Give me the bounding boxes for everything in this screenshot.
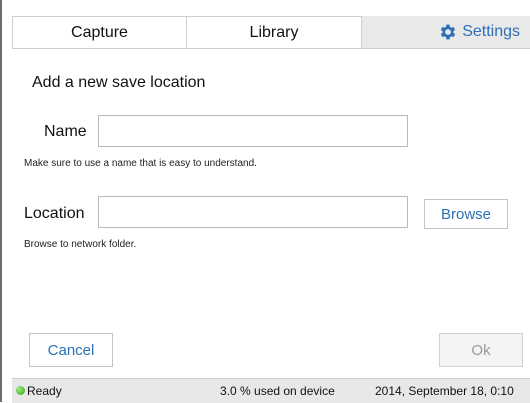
name-label: Name <box>44 123 87 140</box>
page-title: Add a new save location <box>32 74 206 91</box>
tab-settings-label: Settings <box>462 23 520 40</box>
tab-capture[interactable]: Capture <box>12 16 187 48</box>
tab-library-label: Library <box>249 23 299 41</box>
tab-library[interactable]: Library <box>187 16 362 48</box>
settings-panel: Add a new save location Name Make sure t… <box>12 48 530 378</box>
name-input[interactable] <box>98 115 408 147</box>
location-label: Location <box>24 205 85 222</box>
tab-bar: Capture Library Settings <box>12 16 530 49</box>
status-bar: Ready 3.0 % used on device 2014, Septemb… <box>12 378 530 403</box>
status-indicator-icon <box>16 386 25 395</box>
location-input[interactable] <box>98 196 408 228</box>
gear-icon <box>438 22 458 42</box>
ok-button[interactable]: Ok <box>439 333 523 367</box>
status-text: Ready <box>27 384 62 398</box>
status-datetime: 2014, September 18, 0:10 <box>375 384 514 398</box>
cancel-button[interactable]: Cancel <box>29 333 113 367</box>
storage-usage: 3.0 % used on device <box>220 384 335 398</box>
tab-settings[interactable]: Settings <box>362 16 530 48</box>
tab-capture-label: Capture <box>71 23 128 41</box>
location-hint: Browse to network folder. <box>24 239 137 250</box>
app-window: Capture Library Settings Add a new save … <box>0 0 530 403</box>
name-hint: Make sure to use a name that is easy to … <box>24 158 257 169</box>
browse-button[interactable]: Browse <box>424 199 508 229</box>
